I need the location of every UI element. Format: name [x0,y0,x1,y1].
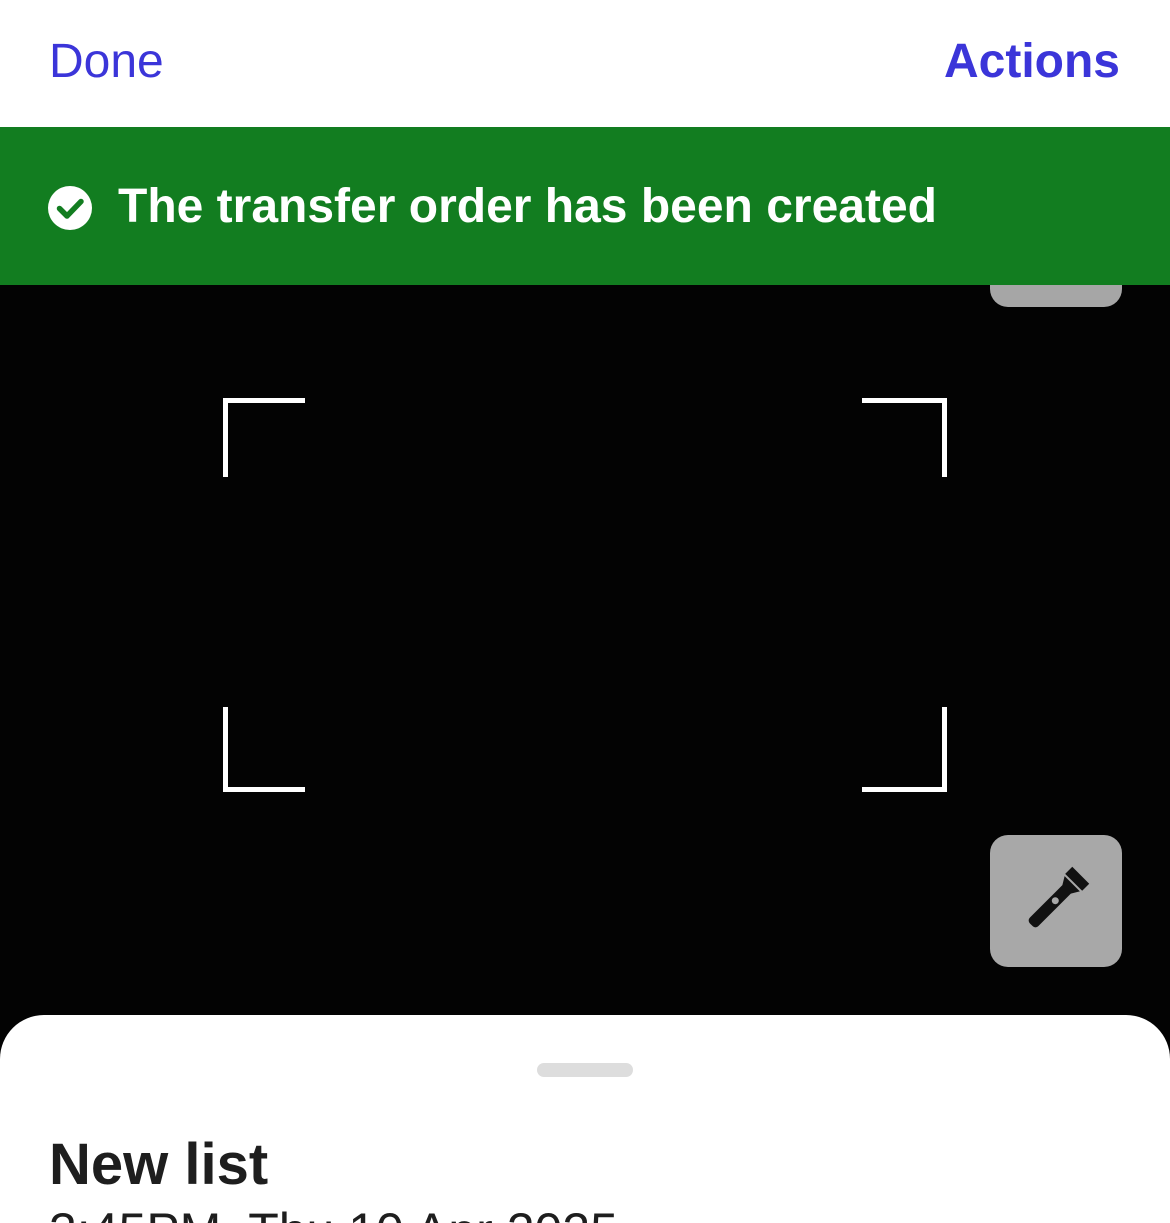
list-title: New list [49,1132,269,1197]
success-banner: The transfer order has been created [0,127,1170,285]
flashlight-icon [1028,866,1090,928]
navigation-bar: Done Actions [0,0,1170,127]
done-button[interactable]: Done [49,32,164,92]
flashlight-button[interactable] [990,835,1122,967]
sheet-drag-handle[interactable] [537,1063,633,1077]
scan-frame-corner-top-left [223,398,305,477]
scan-frame-corner-bottom-left [223,707,305,792]
bottom-sheet[interactable]: New list 3:45PM, Thu 10 Apr 2025 [0,1015,1170,1223]
actions-button[interactable]: Actions [944,32,1120,92]
app-screen: Done Actions The transfer order has been… [0,0,1170,1223]
banner-message: The transfer order has been created [118,180,937,233]
list-timestamp: 3:45PM, Thu 10 Apr 2025 [49,1201,618,1223]
scan-frame-corner-bottom-right [862,707,947,792]
scan-frame-corner-top-right [862,398,947,477]
check-circle-icon [48,186,92,230]
